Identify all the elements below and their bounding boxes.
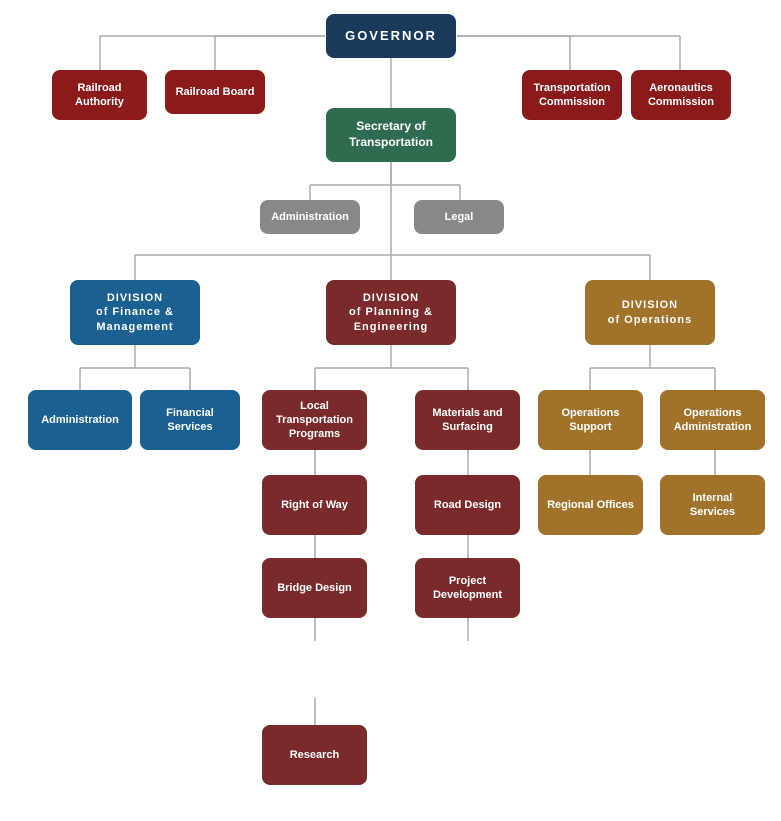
division-planning-node: DIVISION of Planning & Engineering <box>326 280 456 345</box>
materials-surfacing-node: Materials and Surfacing <box>415 390 520 450</box>
right-of-way-node: Right of Way <box>262 475 367 535</box>
research-node: Research <box>262 725 367 785</box>
legal-node: Legal <box>414 200 504 234</box>
project-development-node: Project Development <box>415 558 520 618</box>
org-chart: GOVERNOR Railroad Authority Railroad Boa… <box>0 0 781 50</box>
governor-node: GOVERNOR <box>326 14 456 58</box>
local-transport-node: Local Transportation Programs <box>262 390 367 450</box>
aeronautics-commission-node: Aeronautics Commission <box>631 70 731 120</box>
bridge-design-node: Bridge Design <box>262 558 367 618</box>
regional-offices-node: Regional Offices <box>538 475 643 535</box>
secretary-node: Secretary of Transportation <box>326 108 456 162</box>
division-operations-node: DIVISION of Operations <box>585 280 715 345</box>
admin-sub-node: Administration <box>28 390 132 450</box>
operations-support-node: Operations Support <box>538 390 643 450</box>
railroad-authority-node: Railroad Authority <box>52 70 147 120</box>
financial-services-node: Financial Services <box>140 390 240 450</box>
division-finance-node: DIVISION of Finance & Management <box>70 280 200 345</box>
administration-staff-node: Administration <box>260 200 360 234</box>
road-design-node: Road Design <box>415 475 520 535</box>
internal-services-node: Internal Services <box>660 475 765 535</box>
transportation-commission-node: Transportation Commission <box>522 70 622 120</box>
railroad-board-node: Railroad Board <box>165 70 265 114</box>
operations-admin-node: Operations Administration <box>660 390 765 450</box>
